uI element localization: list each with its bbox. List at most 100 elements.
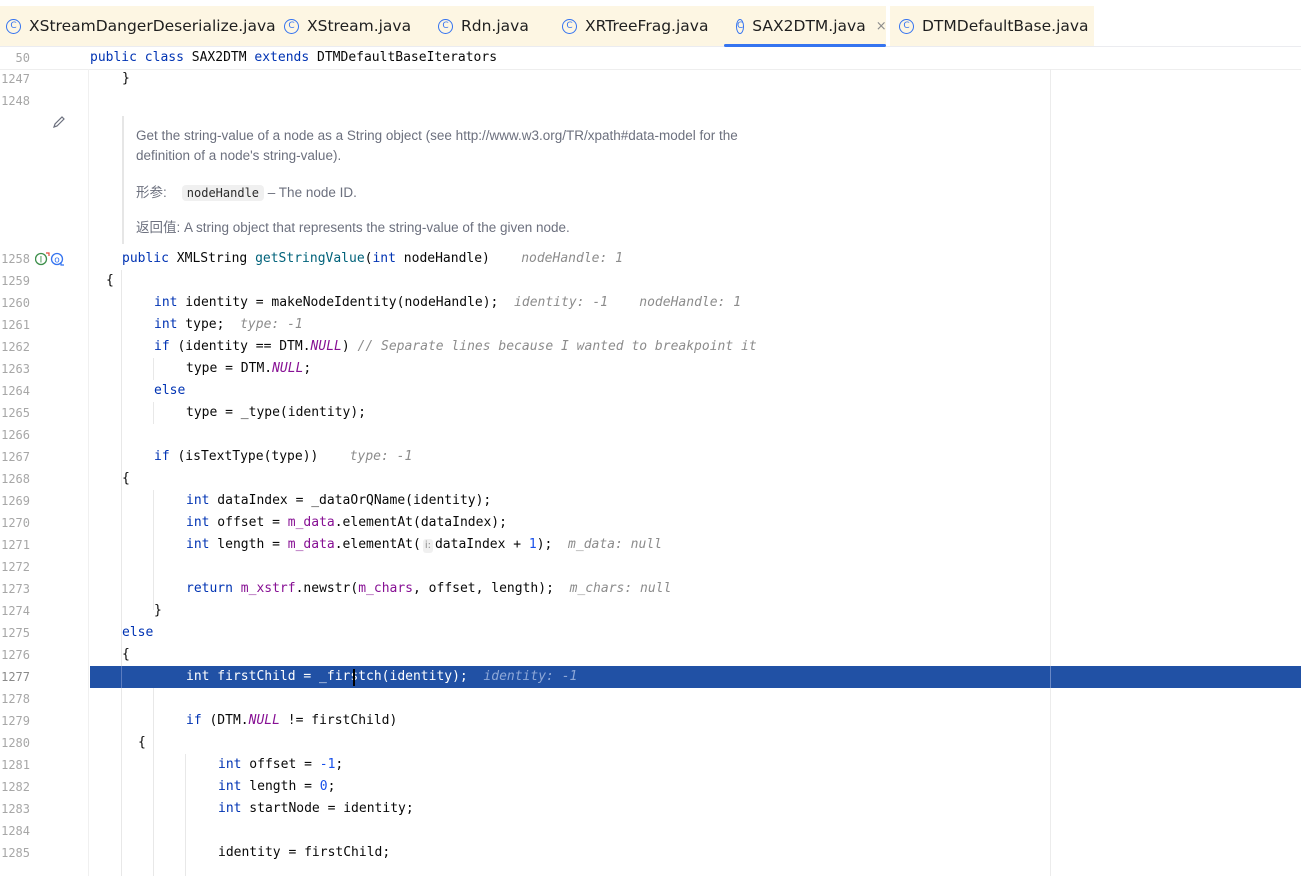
line-number: 1274 (1, 604, 30, 618)
editor-tab-bar: C XStreamDangerDeserialize.java C XStream.… (0, 0, 1301, 47)
line-number: 1264 (1, 384, 30, 398)
code-text: int firstChild = _firstch(identity); ide… (186, 669, 578, 684)
code-text: { (122, 647, 130, 662)
sticky-class-header[interactable]: 50 public class SAX2DTM extends DTMDefau… (0, 47, 1301, 70)
tab-xstreamdangerdeserialize[interactable]: C XStreamDangerDeserialize.java (0, 6, 276, 46)
doc-text: Get the string-value of a node as a Stri… (136, 128, 738, 143)
class-icon: C (736, 18, 745, 34)
tab-dtmdefaultbase[interactable]: C DTMDefaultBase.java (890, 6, 1094, 46)
inline-value-hint: type: -1 (349, 449, 413, 464)
code-text: else (154, 383, 186, 398)
code-line[interactable]: 1268 { (0, 468, 1301, 490)
code-line[interactable]: 1278 (0, 688, 1301, 710)
doc-params: 形参: nodeHandle – The node ID. (136, 185, 357, 201)
code-line[interactable]: 1263 type = DTM.NULL; (0, 358, 1301, 380)
edit-doc-pencil-icon[interactable] (52, 115, 66, 129)
line-number: 1279 (1, 714, 30, 728)
code-text: { (122, 471, 130, 486)
code-line[interactable]: 1258 public XMLString getStringValue(int… (0, 248, 1301, 270)
inline-value-hint: type: -1 (240, 317, 303, 332)
close-tab-icon[interactable]: × (876, 19, 887, 34)
line-number: 1278 (1, 692, 30, 706)
code-line[interactable]: 1275 else (0, 622, 1301, 644)
line-number: 1269 (1, 494, 30, 508)
tab-rdn[interactable]: C Rdn.java (428, 6, 558, 46)
line-number: 1265 (1, 406, 30, 420)
javadoc-rendered: Get the string-value of a node as a Stri… (122, 116, 824, 244)
code-line[interactable]: 1269 int dataIndex = _dataOrQName(identi… (0, 490, 1301, 512)
code-line[interactable]: 1247 } (0, 68, 1301, 90)
code-line[interactable]: 1265 type = _type(identity); (0, 402, 1301, 424)
code-line[interactable]: 1285 identity = firstChild; (0, 842, 1301, 864)
code-line[interactable]: 1270 int offset = m_data.elementAt(dataI… (0, 512, 1301, 534)
tab-sax2dtm[interactable]: C SAX2DTM.java × (724, 6, 887, 47)
tab-label: SAX2DTM.java (752, 17, 866, 35)
class-icon: C (6, 18, 21, 34)
line-number: 1260 (1, 296, 30, 310)
code-line[interactable]: 1259 { (0, 270, 1301, 292)
code-line[interactable]: 1273 return m_xstrf.newstr(m_chars, offs… (0, 578, 1301, 600)
code-text: int identity = makeNodeIdentity(nodeHand… (154, 295, 742, 310)
code-line[interactable]: 1272 (0, 556, 1301, 578)
code-text: type = DTM.NULL; (186, 361, 312, 376)
code-line-execution-point[interactable]: 1277 int firstChild = _firstch(identity)… (0, 666, 1301, 688)
line-number: 1281 (1, 758, 30, 772)
code-text: return m_xstrf.newstr(m_chars, offset, l… (186, 581, 672, 596)
parameter-name-hint: i: (422, 539, 433, 553)
code-text: int length = 0; (218, 779, 336, 794)
code-line[interactable]: 1283 int startNode = identity; (0, 798, 1301, 820)
inline-value-hint: m_chars: null (569, 581, 672, 596)
code-text: int dataIndex = _dataOrQName(identity); (186, 493, 492, 508)
code-line[interactable]: 1279 if (DTM.NULL != firstChild) (0, 710, 1301, 732)
line-number: 1262 (1, 340, 30, 354)
tab-xrtreefrag[interactable]: C XRTreeFrag.java (553, 6, 728, 46)
line-number: 1259 (1, 274, 30, 288)
code-line[interactable]: 1282 int length = 0; (0, 776, 1301, 798)
code-line[interactable]: 1280 { (0, 732, 1301, 754)
code-line[interactable]: 1262 if (identity == DTM.NULL) // Separa… (0, 336, 1301, 358)
line-number: 1285 (1, 846, 30, 860)
inline-value-hint: nodeHandle: 1 (521, 251, 623, 266)
code-line[interactable]: 1284 (0, 820, 1301, 842)
right-margin-guide (1050, 666, 1051, 688)
code-text: int offset = -1; (218, 757, 344, 772)
code-line[interactable]: 1261 int type; type: -1 (0, 314, 1301, 336)
line-number: 1258 (1, 252, 30, 266)
code-line[interactable]: 1281 int offset = -1; (0, 754, 1301, 776)
code-text: int type; type: -1 (154, 317, 303, 332)
tab-label: XRTreeFrag.java (585, 17, 709, 35)
line-number: 1276 (1, 648, 30, 662)
code-line[interactable]: 1276 { (0, 644, 1301, 666)
code-line[interactable]: 1267 if (isTextType(type)) type: -1 (0, 446, 1301, 468)
line-number: 1248 (1, 94, 30, 108)
line-number: 1268 (1, 472, 30, 486)
tab-label: XStreamDangerDeserialize.java (29, 17, 276, 35)
tab-xstream[interactable]: C XStream.java (276, 6, 430, 46)
inline-value-hint: m_data: null (568, 537, 662, 552)
code-text: type = _type(identity); (186, 405, 367, 420)
code-text: int offset = m_data.elementAt(dataIndex)… (186, 515, 507, 530)
code-line[interactable]: 1260 int identity = makeNodeIdentity(nod… (0, 292, 1301, 314)
class-icon: C (284, 18, 299, 34)
class-icon: C (562, 18, 577, 34)
code-line[interactable]: 1266 (0, 424, 1301, 446)
code-line[interactable]: 1248 (0, 90, 1301, 112)
code-text: { (106, 273, 114, 288)
code-text: identity = firstChild; (218, 845, 391, 860)
line-number: 1272 (1, 560, 30, 574)
sticky-code: public class SAX2DTM extends DTMDefaultB… (90, 50, 498, 65)
doc-text: definition of a node's string-value). (136, 148, 342, 163)
code-line[interactable]: 1264 else (0, 380, 1301, 402)
code-line[interactable]: 1271 int length = m_data.elementAt(i: dat… (0, 534, 1301, 556)
line-number: 1275 (1, 626, 30, 640)
code-line[interactable]: 1274 } (0, 600, 1301, 622)
tab-label: Rdn.java (461, 17, 529, 35)
code-text: if (DTM.NULL != firstChild) (186, 713, 398, 728)
tab-label: DTMDefaultBase.java (922, 17, 1089, 35)
class-icon: C (438, 18, 453, 34)
inline-value-hint: identity: -1 (514, 295, 608, 310)
code-text: int startNode = identity; (218, 801, 414, 816)
line-number: 1283 (1, 802, 30, 816)
class-icon: C (899, 18, 914, 34)
code-text: { (138, 735, 146, 750)
